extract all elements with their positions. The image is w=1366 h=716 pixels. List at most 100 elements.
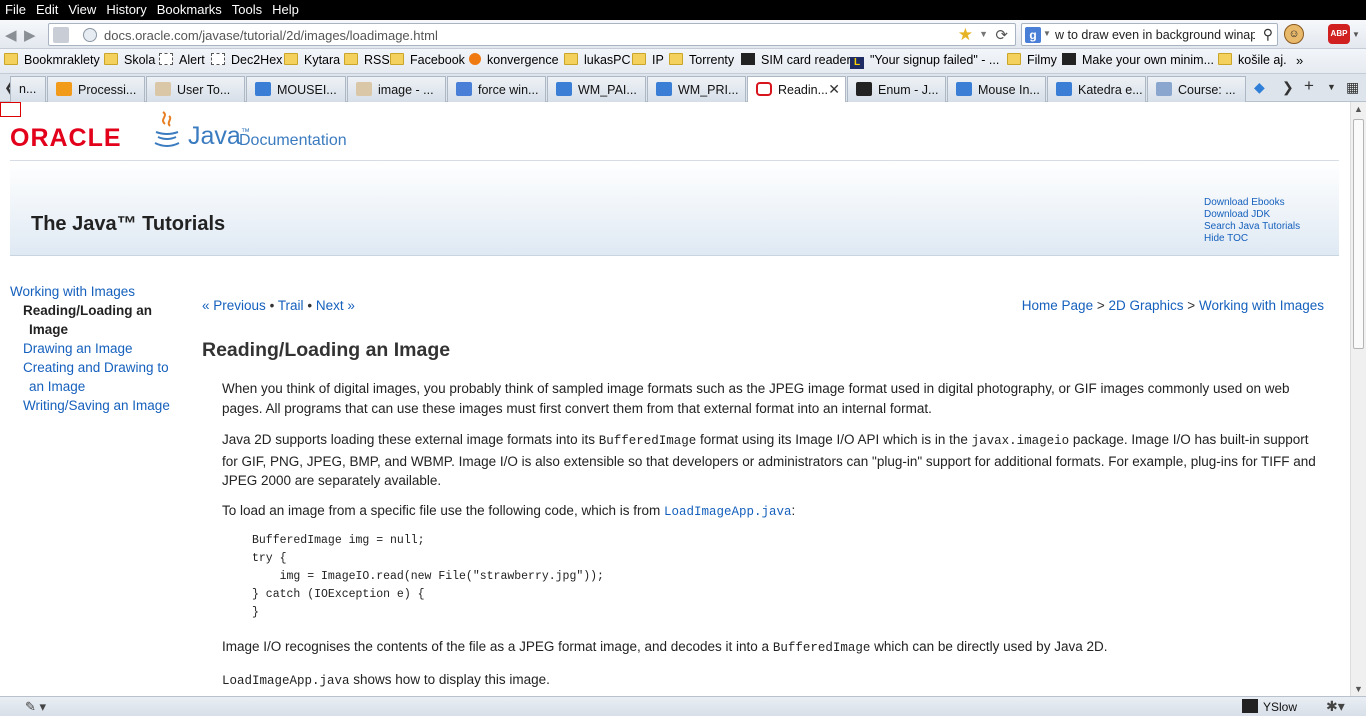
menu-tools[interactable]: Tools [227,0,267,17]
bookmark-item[interactable]: Alert [159,53,205,67]
bookmark-item[interactable]: Bookmraklety [4,53,100,67]
page-scrollbar[interactable]: ▲ ▼ [1350,102,1366,696]
folder-icon [4,53,18,65]
bookmark-item[interactable]: košile aj. [1218,53,1287,67]
url-bar[interactable]: docs.oracle.com/javase/tutorial/2d/image… [48,23,1016,46]
bookmark-item[interactable]: Make your own minim... [1062,53,1214,67]
bookmark-item[interactable]: Skola [104,53,155,67]
toc-drawing-link[interactable]: Drawing an Image [10,339,180,358]
url-history-dropdown-icon[interactable]: ▼ [979,29,988,39]
menu-edit[interactable]: Edit [31,0,63,17]
next-link[interactable]: Next » [316,298,355,313]
bookmark-item[interactable]: Filmy [1007,53,1057,67]
url-text[interactable]: docs.oracle.com/javase/tutorial/2d/image… [104,28,438,43]
bookmark-item[interactable]: Torrenty [669,53,734,67]
search-input[interactable]: w to draw even in background winapi [1055,28,1255,42]
dropbox-icon[interactable]: ◆ [1254,79,1265,96]
tab[interactable]: Processi... [47,76,145,102]
new-tab-icon[interactable]: + [1304,76,1314,96]
addon-settings-icon[interactable]: ✱▾ [1326,698,1345,715]
bookmark-item[interactable]: Dec2Hex [211,53,282,67]
search-box[interactable]: g ▼ w to draw even in background winapi … [1021,23,1278,46]
folder-icon [632,53,646,65]
tab-groups-icon[interactable]: ▦ [1346,79,1359,96]
scroll-up-icon[interactable]: ▲ [1354,104,1363,114]
bookmark-item[interactable]: lukasPC [564,53,631,67]
back-icon[interactable]: ◀ [5,26,17,44]
l-logo-icon: L [850,57,864,69]
favicon-icon [56,82,72,96]
bookmark-item[interactable]: konvergence [469,53,559,67]
scroll-tabs-right-icon[interactable]: ❯ [1282,79,1294,96]
code-block: BufferedImage img = null; try { img = Im… [252,534,604,619]
trail-link[interactable]: Trail [278,298,304,313]
bookmark-item[interactable]: RSS [344,53,390,67]
loadimageapp-link[interactable]: LoadImageApp.java [664,505,792,519]
bookmark-item[interactable]: SIM card reader [741,53,851,67]
adblock-dropdown-icon[interactable]: ▼ [1352,30,1360,39]
tab[interactable]: Course: ... [1147,76,1246,102]
search-icon[interactable]: ⚲ [1263,26,1273,43]
bookmark-item[interactable]: Kytara [284,53,340,67]
bookmark-item[interactable]: L "Your signup failed" - ... [850,53,999,69]
prev-next-nav: « Previous • Trail • Next » [202,298,355,313]
site-identity-icon[interactable] [53,27,69,43]
oracle-logo[interactable]: ORACLE [10,124,122,153]
forward-icon[interactable]: ▶ [24,26,36,44]
scroll-thumb[interactable] [1353,119,1364,349]
previous-link[interactable]: « Previous [202,298,266,313]
search-engine-dropdown-icon[interactable]: ▼ [1043,29,1051,38]
folder-icon [669,53,683,65]
folder-icon [564,53,578,65]
greasemonkey-icon[interactable]: ☺ [1284,24,1304,44]
menu-file[interactable]: File [0,0,31,17]
globe-icon [83,28,97,42]
tab[interactable]: WM_PRI... [647,76,746,102]
page-title: Reading/Loading an Image [202,339,451,361]
list-all-tabs-icon[interactable]: ▼ [1327,82,1336,92]
tab[interactable]: MOUSEI... [246,76,346,102]
yslow-button[interactable]: YSlow [1242,699,1297,714]
scroll-down-icon[interactable]: ▼ [1354,684,1363,694]
menu-history[interactable]: History [101,0,151,17]
bookmark-item[interactable]: Facebook [390,53,465,67]
search-tutorials-link[interactable]: Search Java Tutorials [1204,221,1300,233]
bookmark-star-icon[interactable]: ★ [958,25,973,45]
toc-writing-link[interactable]: Writing/Saving an Image [10,396,180,415]
download-ebooks-link[interactable]: Download Ebooks [1204,197,1300,209]
reload-icon[interactable]: ⟳ [995,26,1008,44]
adblock-plus-icon[interactable]: ABP [1328,24,1350,44]
tutorial-banner: The Java™ Tutorials Download Ebooks Down… [10,162,1339,256]
toc-current-item-cont: Image [29,322,69,337]
separator: • [269,298,275,313]
toc-creating-link[interactable]: Creating and Drawing to [10,358,180,377]
google-icon[interactable]: g [1025,27,1041,43]
tab[interactable]: force win... [447,76,546,102]
tab[interactable]: image - ... [347,76,446,102]
toc-creating-link-cont[interactable]: an Image [10,377,180,396]
menu-view[interactable]: View [63,0,101,17]
breadcrumb-working-images[interactable]: Working with Images [1199,298,1324,313]
download-jdk-link[interactable]: Download JDK [1204,209,1300,221]
firebug-icon[interactable]: ✎ ▾ [25,699,46,715]
breadcrumb-home[interactable]: Home Page [1022,298,1093,313]
hide-toc-link[interactable]: Hide TOC [1204,233,1300,245]
bookmark-item[interactable]: IP [632,53,664,67]
menu-help[interactable]: Help [267,0,304,17]
java-cup-icon [154,111,180,147]
tab[interactable]: Katedra e... [1047,76,1146,102]
tab[interactable]: User To... [146,76,245,102]
close-tab-icon[interactable]: ✕ [828,81,840,98]
toc-parent-link[interactable]: Working with Images [10,282,180,301]
folder-icon [1218,53,1232,65]
menu-bookmarks[interactable]: Bookmarks [152,0,227,17]
tab[interactable]: Mouse In... [947,76,1046,102]
tab[interactable]: Enum - J... [847,76,946,102]
tab[interactable]: WM_PAI... [547,76,646,102]
breadcrumb-separator: > [1187,298,1196,313]
tab[interactable]: n... [10,76,46,102]
google-icon [456,82,472,96]
tab-active[interactable]: Readin... ✕ [747,76,846,103]
bookmarks-overflow-icon[interactable]: » [1296,53,1303,68]
breadcrumb-2d-graphics[interactable]: 2D Graphics [1109,298,1184,313]
